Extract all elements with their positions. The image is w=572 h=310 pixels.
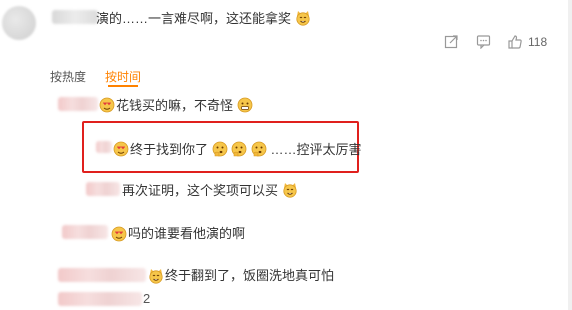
tab-sort-by-time[interactable]: 按时间 (105, 70, 141, 84)
share-button[interactable] (444, 34, 459, 49)
cat-grin-emoji-icon (149, 269, 163, 284)
comment-button[interactable] (476, 34, 491, 49)
reply-4-body: 吗的谁要看他演的啊 (128, 226, 246, 241)
reply-1-text: 花钱买的嘛，不奇怪 (116, 97, 253, 114)
active-tab-underline (108, 85, 138, 87)
reply-2-text: 终于找到你了 ……控评太厉害 (130, 141, 362, 158)
reply-3-username-blurred[interactable] (86, 182, 120, 196)
scrollbar[interactable] (568, 0, 572, 310)
heart-eyes-emoji-icon (113, 141, 129, 157)
heart-eyes-emoji-icon (99, 97, 115, 113)
like-count: 118 (528, 35, 548, 49)
cat-grin-emoji-icon (296, 11, 310, 26)
comment-icon (476, 35, 491, 49)
top-comment-username-blurred[interactable] (52, 10, 98, 24)
thinking-emoji-icon (212, 141, 228, 157)
reply-6-fragment: 2 (143, 291, 151, 306)
top-comment-avatar[interactable] (2, 6, 36, 40)
reply-5-text: 终于翻到了，饭圈洗地真可怕 (165, 268, 334, 284)
like-button[interactable]: 118 (507, 34, 547, 50)
heart-eyes-emoji-icon (111, 226, 127, 242)
reply-2-username-blurred[interactable] (96, 141, 112, 153)
thinking-emoji-icon (231, 141, 247, 157)
top-comment-text: 演的……一言难尽啊，这还能拿奖 (96, 10, 311, 27)
reply-2-body: 终于找到你了 (130, 142, 209, 157)
reply-3-text: 再次证明，这个奖项可以买 (122, 182, 298, 199)
reply-2-suffix: ……控评太厉害 (270, 142, 362, 157)
share-icon (444, 35, 458, 49)
reply-3-body: 再次证明，这个奖项可以买 (122, 183, 279, 198)
thinking-emoji-icon (251, 141, 267, 157)
reply-4-username-blurred[interactable] (62, 225, 108, 239)
top-comment-body: 演的……一言难尽啊，这还能拿奖 (96, 11, 292, 26)
cat-grin-emoji-icon (283, 183, 297, 198)
reply-5-username-blurred[interactable] (58, 268, 146, 282)
tab-sort-by-hot[interactable]: 按热度 (50, 70, 86, 84)
reply-6-username-blurred[interactable] (58, 292, 142, 306)
reply-4-text: 吗的谁要看他演的啊 (128, 226, 245, 242)
reply-1-username-blurred[interactable] (58, 97, 98, 111)
grimace-emoji-icon (237, 97, 253, 113)
reply-5-body: 终于翻到了，饭圈洗地真可怕 (165, 268, 335, 283)
thumbs-up-icon (508, 35, 522, 49)
reply-1-body: 花钱买的嘛，不奇怪 (116, 98, 234, 113)
